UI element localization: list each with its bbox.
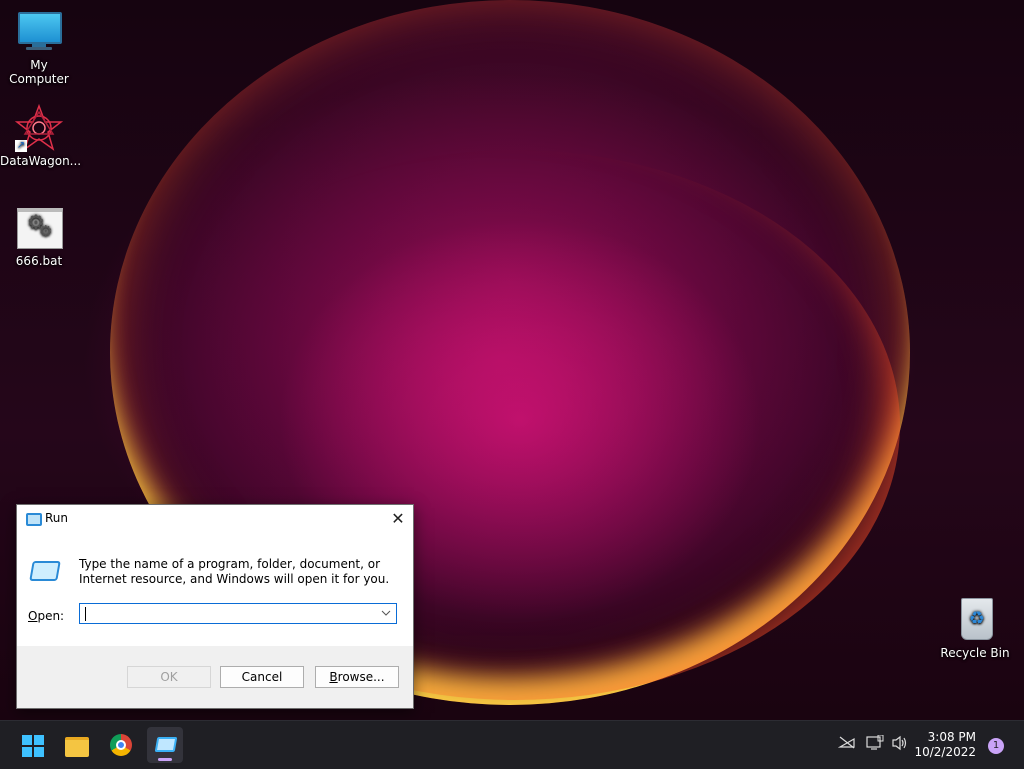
- taskbar: 3:08 PM 10/2/2022 1: [0, 720, 1024, 769]
- browse-button[interactable]: Browse...: [315, 666, 399, 688]
- desktop-icon-recycle-bin[interactable]: ♻ Recycle Bin: [936, 596, 1014, 660]
- batch-file-icon: ⚙ ⚙: [15, 204, 63, 252]
- run-footer: OK Cancel Browse...: [17, 646, 413, 706]
- browse-accesskey: B: [329, 670, 338, 684]
- notification-badge[interactable]: 1: [988, 738, 1004, 754]
- run-description: Type the name of a program, folder, docu…: [79, 557, 390, 586]
- chevron-down-icon[interactable]: [379, 606, 393, 622]
- active-indicator: [158, 758, 172, 761]
- taskbar-chrome[interactable]: [103, 727, 139, 763]
- desktop-icon-label: 666.bat: [15, 254, 63, 268]
- taskbar-file-explorer[interactable]: [59, 727, 95, 763]
- desktop-icon-label: Recycle Bin: [940, 646, 1010, 660]
- clock-time: 3:08 PM: [927, 730, 976, 744]
- open-label: Open:: [28, 609, 64, 623]
- start-button[interactable]: [14, 727, 50, 763]
- display-icon[interactable]: [866, 734, 884, 755]
- open-label-text: pen:: [37, 609, 65, 623]
- desktop-icon-label: DataWagon...: [0, 154, 82, 168]
- clock[interactable]: 3:08 PM 10/2/2022: [914, 730, 976, 760]
- cancel-button[interactable]: Cancel: [220, 666, 304, 688]
- open-combobox[interactable]: [79, 603, 397, 624]
- run-dialog: Run ✕ Type the name of a program, folder…: [16, 504, 414, 709]
- network-offline-icon[interactable]: [837, 735, 856, 753]
- file-explorer-icon: [65, 737, 89, 757]
- run-titlebar[interactable]: Run ✕: [17, 505, 413, 533]
- gear-icon: ⚙: [39, 222, 53, 240]
- clock-date: 10/2/2022: [914, 745, 976, 759]
- run-icon: [29, 561, 61, 581]
- run-body: Type the name of a program, folder, docu…: [17, 533, 413, 646]
- recycle-bin-icon: ♻: [951, 596, 999, 644]
- shortcut-arrow-icon: ↗: [15, 140, 27, 152]
- run-icon: [154, 737, 178, 752]
- text-caret: [85, 607, 86, 621]
- open-input[interactable]: [84, 605, 374, 622]
- close-icon: ✕: [391, 509, 405, 528]
- desktop-icon-my-computer[interactable]: My Computer: [0, 8, 78, 86]
- monitor-icon: [15, 8, 63, 56]
- start-icon: [22, 735, 44, 757]
- desktop-icon-datawagon[interactable]: ↗ DataWagon...: [0, 103, 82, 168]
- ok-button[interactable]: OK: [127, 666, 211, 688]
- run-title: Run: [45, 511, 69, 525]
- datawagon-icon: ↗: [14, 103, 64, 152]
- browse-label: rowse...: [337, 670, 385, 684]
- desktop-icon-666-bat[interactable]: ⚙ ⚙ 666.bat: [0, 204, 78, 268]
- close-button[interactable]: ✕: [383, 505, 413, 533]
- volume-icon[interactable]: [891, 735, 909, 755]
- taskbar-run[interactable]: [147, 727, 183, 763]
- run-icon: [26, 513, 42, 526]
- chrome-icon: [110, 734, 132, 756]
- desktop-icon-label: My Computer: [9, 58, 69, 86]
